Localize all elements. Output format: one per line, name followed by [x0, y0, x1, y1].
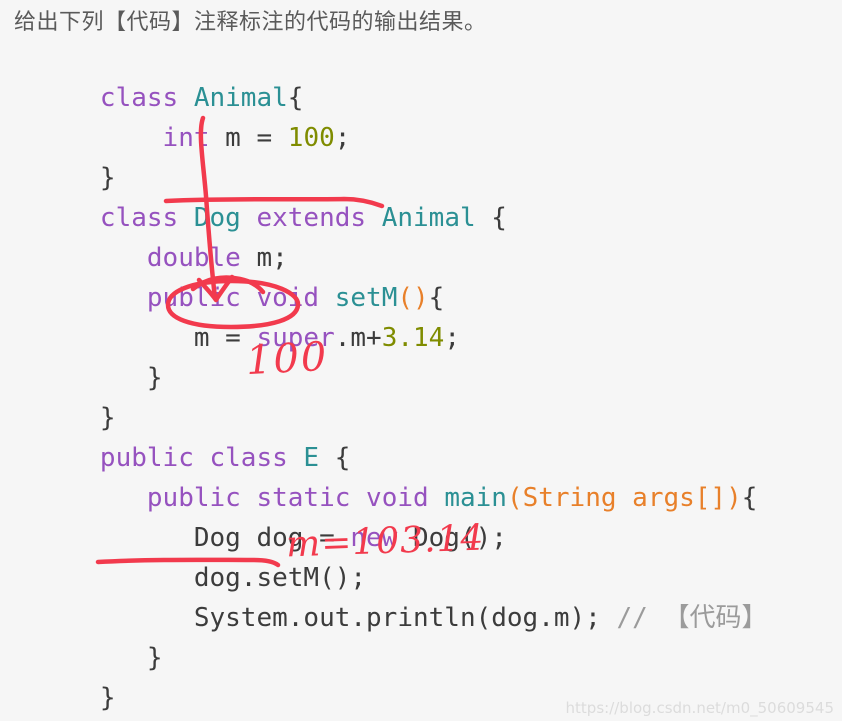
- token-plain: }: [99, 683, 116, 713]
- token-plain: }: [99, 403, 116, 433]
- watermark-url: https://blog.csdn.net/m0_50609545: [565, 699, 834, 717]
- token-number: 100: [287, 123, 335, 153]
- token-plain: ;: [334, 123, 351, 153]
- page-title: 给出下列【代码】注释标注的代码的输出结果。: [14, 10, 487, 35]
- token-plain: m;: [240, 243, 288, 273]
- token-keyword: class: [99, 203, 194, 233]
- token-keyword: public class: [99, 443, 304, 473]
- token-plain: .m+: [334, 323, 382, 353]
- token-method-name: setM: [334, 283, 398, 313]
- token-plain: }: [99, 163, 116, 193]
- screenshot-root: 给出下列【代码】注释标注的代码的输出结果。 class Animal{ int …: [0, 0, 842, 721]
- token-plain: }: [99, 643, 163, 673]
- token-plain: }: [99, 363, 163, 393]
- token-plain: m =: [99, 323, 257, 353]
- token-plain: m =: [209, 123, 288, 153]
- token-plain: ;: [444, 323, 460, 353]
- token-plain: {: [428, 283, 445, 313]
- token-keyword: public static void: [146, 483, 445, 513]
- code-line-10: public class E {: [0, 398, 842, 473]
- code-line-4: class Dog extends Animal {: [0, 158, 842, 233]
- token-comment: // 【代码】: [616, 603, 768, 633]
- handwritten-annotation-m-value: m=103.14: [285, 517, 485, 566]
- token-type: E: [303, 443, 320, 473]
- token-type: Animal: [193, 83, 288, 113]
- token-punctuation: (String args[]): [506, 483, 742, 513]
- token-type: Dog: [193, 203, 257, 233]
- token-keyword: class: [99, 83, 194, 113]
- token-plain: System.out.println(dog.m);: [99, 603, 617, 633]
- token-plain: {: [287, 83, 304, 113]
- handwritten-annotation-100: 100: [244, 333, 330, 385]
- token-plain: {: [741, 483, 758, 513]
- token-keyword: public void: [146, 283, 335, 313]
- token-keyword: int: [162, 123, 210, 153]
- token-plain: dog.setM();: [99, 563, 367, 593]
- token-type: Animal: [381, 203, 476, 233]
- code-line-1: class Animal{: [0, 38, 842, 113]
- token-keyword: double: [146, 243, 241, 273]
- token-punctuation: (): [397, 283, 429, 313]
- token-plain: {: [475, 203, 507, 233]
- token-number: 3.14: [381, 323, 445, 353]
- token-method-name: main: [444, 483, 507, 513]
- token-plain: {: [319, 443, 351, 473]
- code-block: class Animal{ int m = 100; } class Dog e…: [0, 38, 842, 718]
- token-keyword: extends: [256, 203, 382, 233]
